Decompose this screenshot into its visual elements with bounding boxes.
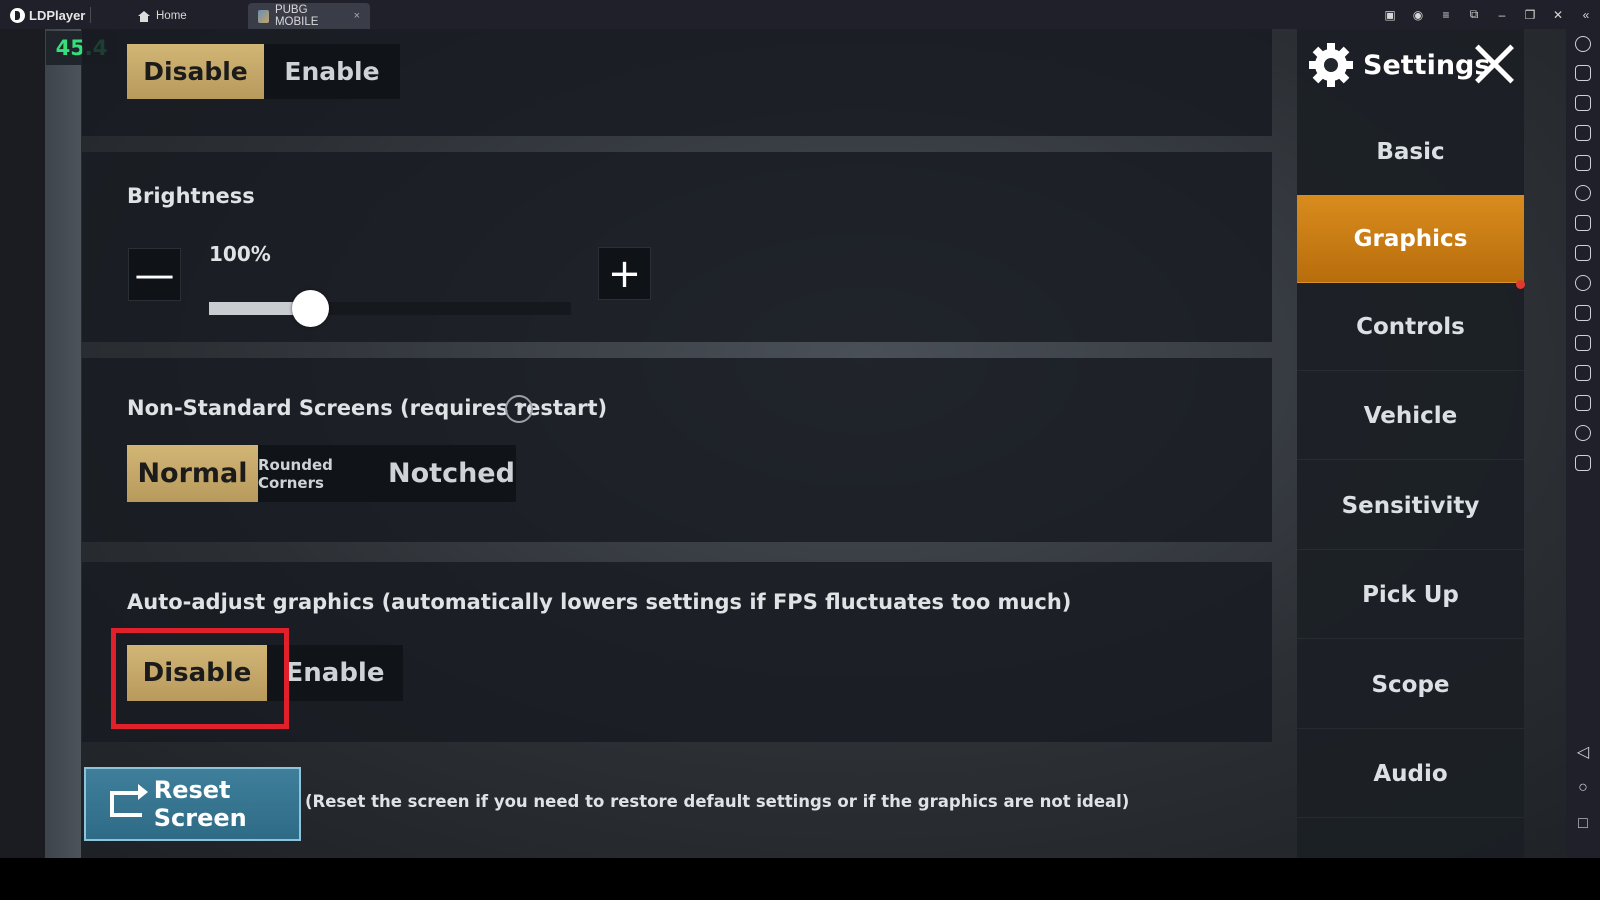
screen-rounded-corners-button[interactable]: Rounded Corners	[258, 445, 387, 502]
tab-home-label: Home	[156, 10, 187, 22]
folder-icon[interactable]	[1575, 395, 1591, 411]
reset-screen-note: (Reset the screen if you need to restore…	[305, 792, 1130, 811]
menu-item-controls[interactable]: Controls	[1297, 283, 1524, 371]
window-controls: ▣ ◉ ≡ ⧉ – ❐ ✕ «	[1376, 0, 1600, 29]
brightness-slider[interactable]	[209, 290, 571, 327]
collapse-sidebar-icon[interactable]: «	[1572, 0, 1600, 29]
brand-name: LDPlayer	[29, 7, 86, 23]
volume-down-icon[interactable]	[1575, 125, 1591, 141]
sync-icon[interactable]	[1575, 185, 1591, 201]
settings-header: Settings	[1307, 37, 1524, 93]
top-toggle: Disable Enable	[127, 44, 400, 99]
settings-close-icon[interactable]	[1472, 41, 1516, 85]
multi-instance-icon[interactable]	[1575, 305, 1591, 321]
game-left-edge	[45, 29, 81, 858]
game-screen: 45.4 Disable Enable Brightness — 100% + …	[0, 29, 1566, 858]
brightness-label: Brightness	[127, 184, 255, 208]
ldplayer-brand[interactable]: LDPlayer	[10, 5, 85, 25]
screen-type-selector: Normal Rounded Corners Notched	[127, 445, 516, 502]
screen-notched-button[interactable]: Notched	[387, 445, 516, 502]
emulator-titlebar: LDPlayer Home PUBG MOBILE × ▣ ◉ ≡ ⧉ – ❐ …	[0, 0, 1600, 29]
account-icon[interactable]: ◉	[1404, 0, 1432, 29]
nav-recents-icon[interactable]: □	[1574, 815, 1592, 833]
menu-item-scope[interactable]: Scope	[1297, 641, 1524, 729]
reset-screen-icon	[110, 784, 148, 817]
emulator-sidebar: ◁ ○ □	[1566, 29, 1600, 858]
menu-item-sensitivity[interactable]: Sensitivity	[1297, 462, 1524, 550]
brightness-slider-knob[interactable]	[291, 290, 329, 327]
volume-up-icon[interactable]	[1575, 95, 1591, 111]
menu-item-basic[interactable]: Basic	[1297, 108, 1524, 196]
bottom-letterbox	[0, 858, 1600, 900]
menu-item-graphics[interactable]: Graphics	[1297, 195, 1524, 283]
menu-item-vehicle[interactable]: Vehicle	[1297, 372, 1524, 460]
keyboard-mapping-icon[interactable]	[1575, 36, 1591, 52]
tab-close-icon[interactable]: ×	[354, 10, 360, 22]
nav-back-icon[interactable]: ◁	[1574, 743, 1592, 761]
tab-pubg-label: PUBG MOBILE	[274, 4, 319, 28]
apk-icon[interactable]	[1575, 245, 1591, 261]
pubg-game-icon	[258, 9, 269, 23]
reset-screen-label: Reset Screen	[153, 776, 247, 832]
gear-icon	[1307, 41, 1355, 89]
brightness-minus-button[interactable]: —	[128, 248, 181, 301]
shake-icon[interactable]	[1575, 365, 1591, 381]
close-icon[interactable]: ✕	[1544, 0, 1572, 29]
maximize-icon[interactable]: ❐	[1516, 0, 1544, 29]
brightness-panel: Brightness — 100% +	[82, 152, 1272, 342]
auto-adjust-panel: Auto-adjust graphics (automatically lowe…	[82, 562, 1272, 742]
gear-ring	[1315, 49, 1347, 81]
keyboard-icon[interactable]	[1575, 65, 1591, 81]
non-standard-screens-label: Non-Standard Screens (requires restart)	[127, 396, 608, 420]
help-icon[interactable]: ?	[505, 395, 533, 423]
menu-item-pick-up[interactable]: Pick Up	[1297, 551, 1524, 639]
nav-home-icon[interactable]: ○	[1574, 779, 1592, 797]
reset-screen-button[interactable]: Reset Screen	[84, 767, 301, 841]
brightness-value: 100%	[209, 242, 271, 266]
scissors-icon[interactable]	[1575, 275, 1591, 291]
notification-dot	[1516, 280, 1525, 289]
tab-pubg-mobile[interactable]: PUBG MOBILE ×	[248, 3, 370, 29]
brightness-plus-button[interactable]: +	[598, 247, 651, 300]
titlebar-divider	[90, 7, 91, 23]
home-icon	[138, 10, 150, 22]
menu-item-audio[interactable]: Audio	[1297, 730, 1524, 818]
ldplayer-logo-icon	[10, 7, 25, 23]
notes-icon[interactable]	[1575, 335, 1591, 351]
non-standard-screens-panel: Non-Standard Screens (requires restart) …	[82, 358, 1272, 542]
location-icon[interactable]	[1575, 425, 1591, 441]
auto-adjust-label: Auto-adjust graphics (automatically lowe…	[127, 590, 1072, 614]
tab-home[interactable]: Home	[128, 3, 197, 29]
menu-icon[interactable]: ≡	[1432, 0, 1460, 29]
minimize-icon[interactable]: –	[1488, 0, 1516, 29]
gamepad-icon[interactable]: ▣	[1376, 0, 1404, 29]
highlight-box	[111, 628, 289, 729]
top-toggle-panel: Disable Enable	[82, 29, 1272, 136]
screen-normal-button[interactable]: Normal	[127, 445, 258, 502]
screenshot-icon[interactable]	[1575, 155, 1591, 171]
add-apk-icon[interactable]	[1575, 215, 1591, 231]
restore-window-icon[interactable]: ⧉	[1460, 0, 1488, 29]
settings-menu: Settings Basic Graphics Controls Vehicle…	[1297, 29, 1524, 858]
rotate-icon[interactable]	[1575, 455, 1591, 471]
top-disable-button[interactable]: Disable	[127, 44, 264, 99]
top-enable-button[interactable]: Enable	[264, 44, 400, 99]
